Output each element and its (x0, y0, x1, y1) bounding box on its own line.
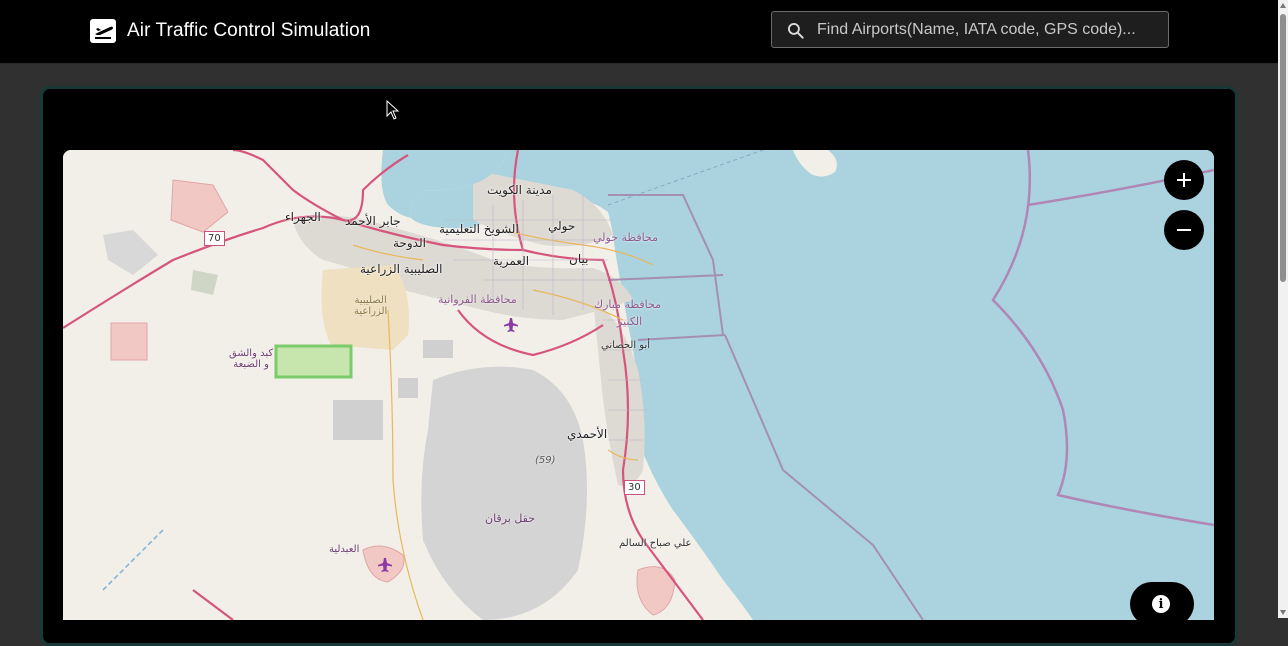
label-bayan: بيان (569, 252, 589, 266)
scroll-up-arrow-icon[interactable] (1280, 3, 1286, 8)
road-shield-70: 70 (204, 231, 225, 246)
map-view[interactable]: مدينة الكويت الجهراء جابر الأحمد الشويخ … (63, 150, 1214, 620)
page-scrollbar[interactable] (1278, 0, 1288, 618)
scroll-down-arrow-icon[interactable] (1280, 610, 1286, 615)
label-kabeer: الكبير (617, 315, 643, 328)
label-farwaniya-governorate: محافظة الفروانية (438, 293, 517, 306)
label-abu-halifa: أبو الحصاني (601, 340, 651, 351)
minus-icon (1177, 229, 1191, 231)
label-sabah-salem: علي صباح السالم (619, 538, 692, 549)
label-jahra: الجهراء (285, 210, 321, 224)
app-bar: Air Traffic Control Simulation (0, 0, 1278, 64)
label-kabd: كبد والشق و الضبعة (229, 348, 274, 370)
info-button[interactable]: i (1130, 582, 1194, 626)
label-sulaibiya: الصليبية الزراعية (360, 262, 443, 276)
label-jaber: جابر الأحمد (345, 214, 401, 228)
label-road-59: (59) (535, 455, 556, 466)
label-burgan-field: حقل برقان (485, 512, 536, 525)
app-title: Air Traffic Control Simulation (127, 20, 371, 41)
label-omariya: العمرية (493, 254, 530, 268)
road-shield-30: 30 (624, 480, 645, 495)
airport-search[interactable] (771, 11, 1169, 48)
label-abdali: العبدلية (329, 544, 360, 555)
label-doha: الدوحة (393, 236, 426, 250)
search-icon (788, 23, 804, 39)
zoom-out-button[interactable] (1164, 210, 1204, 250)
label-kuwait-city: مدينة الكويت (487, 183, 552, 197)
label-sulaibiya-farm: الصليبية الزراعية (354, 295, 388, 317)
brand: Air Traffic Control Simulation (89, 18, 370, 44)
label-shuwaikh: الشويخ التعليمية (439, 222, 519, 236)
map-tiles[interactable] (63, 150, 1214, 620)
info-icon: i (1152, 595, 1170, 613)
label-hawalli: حولي (548, 219, 576, 233)
label-mubarak-governorate: محافظة مبارك (594, 298, 661, 311)
label-ahmadi: الأحمدي (567, 427, 608, 441)
zoom-in-button[interactable] (1164, 160, 1204, 200)
label-hawalli-governorate: محافظة حولي (593, 231, 659, 244)
plus-icon (1177, 173, 1191, 187)
scrollbar-thumb[interactable] (1280, 14, 1286, 282)
mouse-cursor-icon (386, 100, 400, 120)
airplane-takeoff-icon (90, 19, 116, 43)
search-input[interactable] (817, 12, 1157, 47)
